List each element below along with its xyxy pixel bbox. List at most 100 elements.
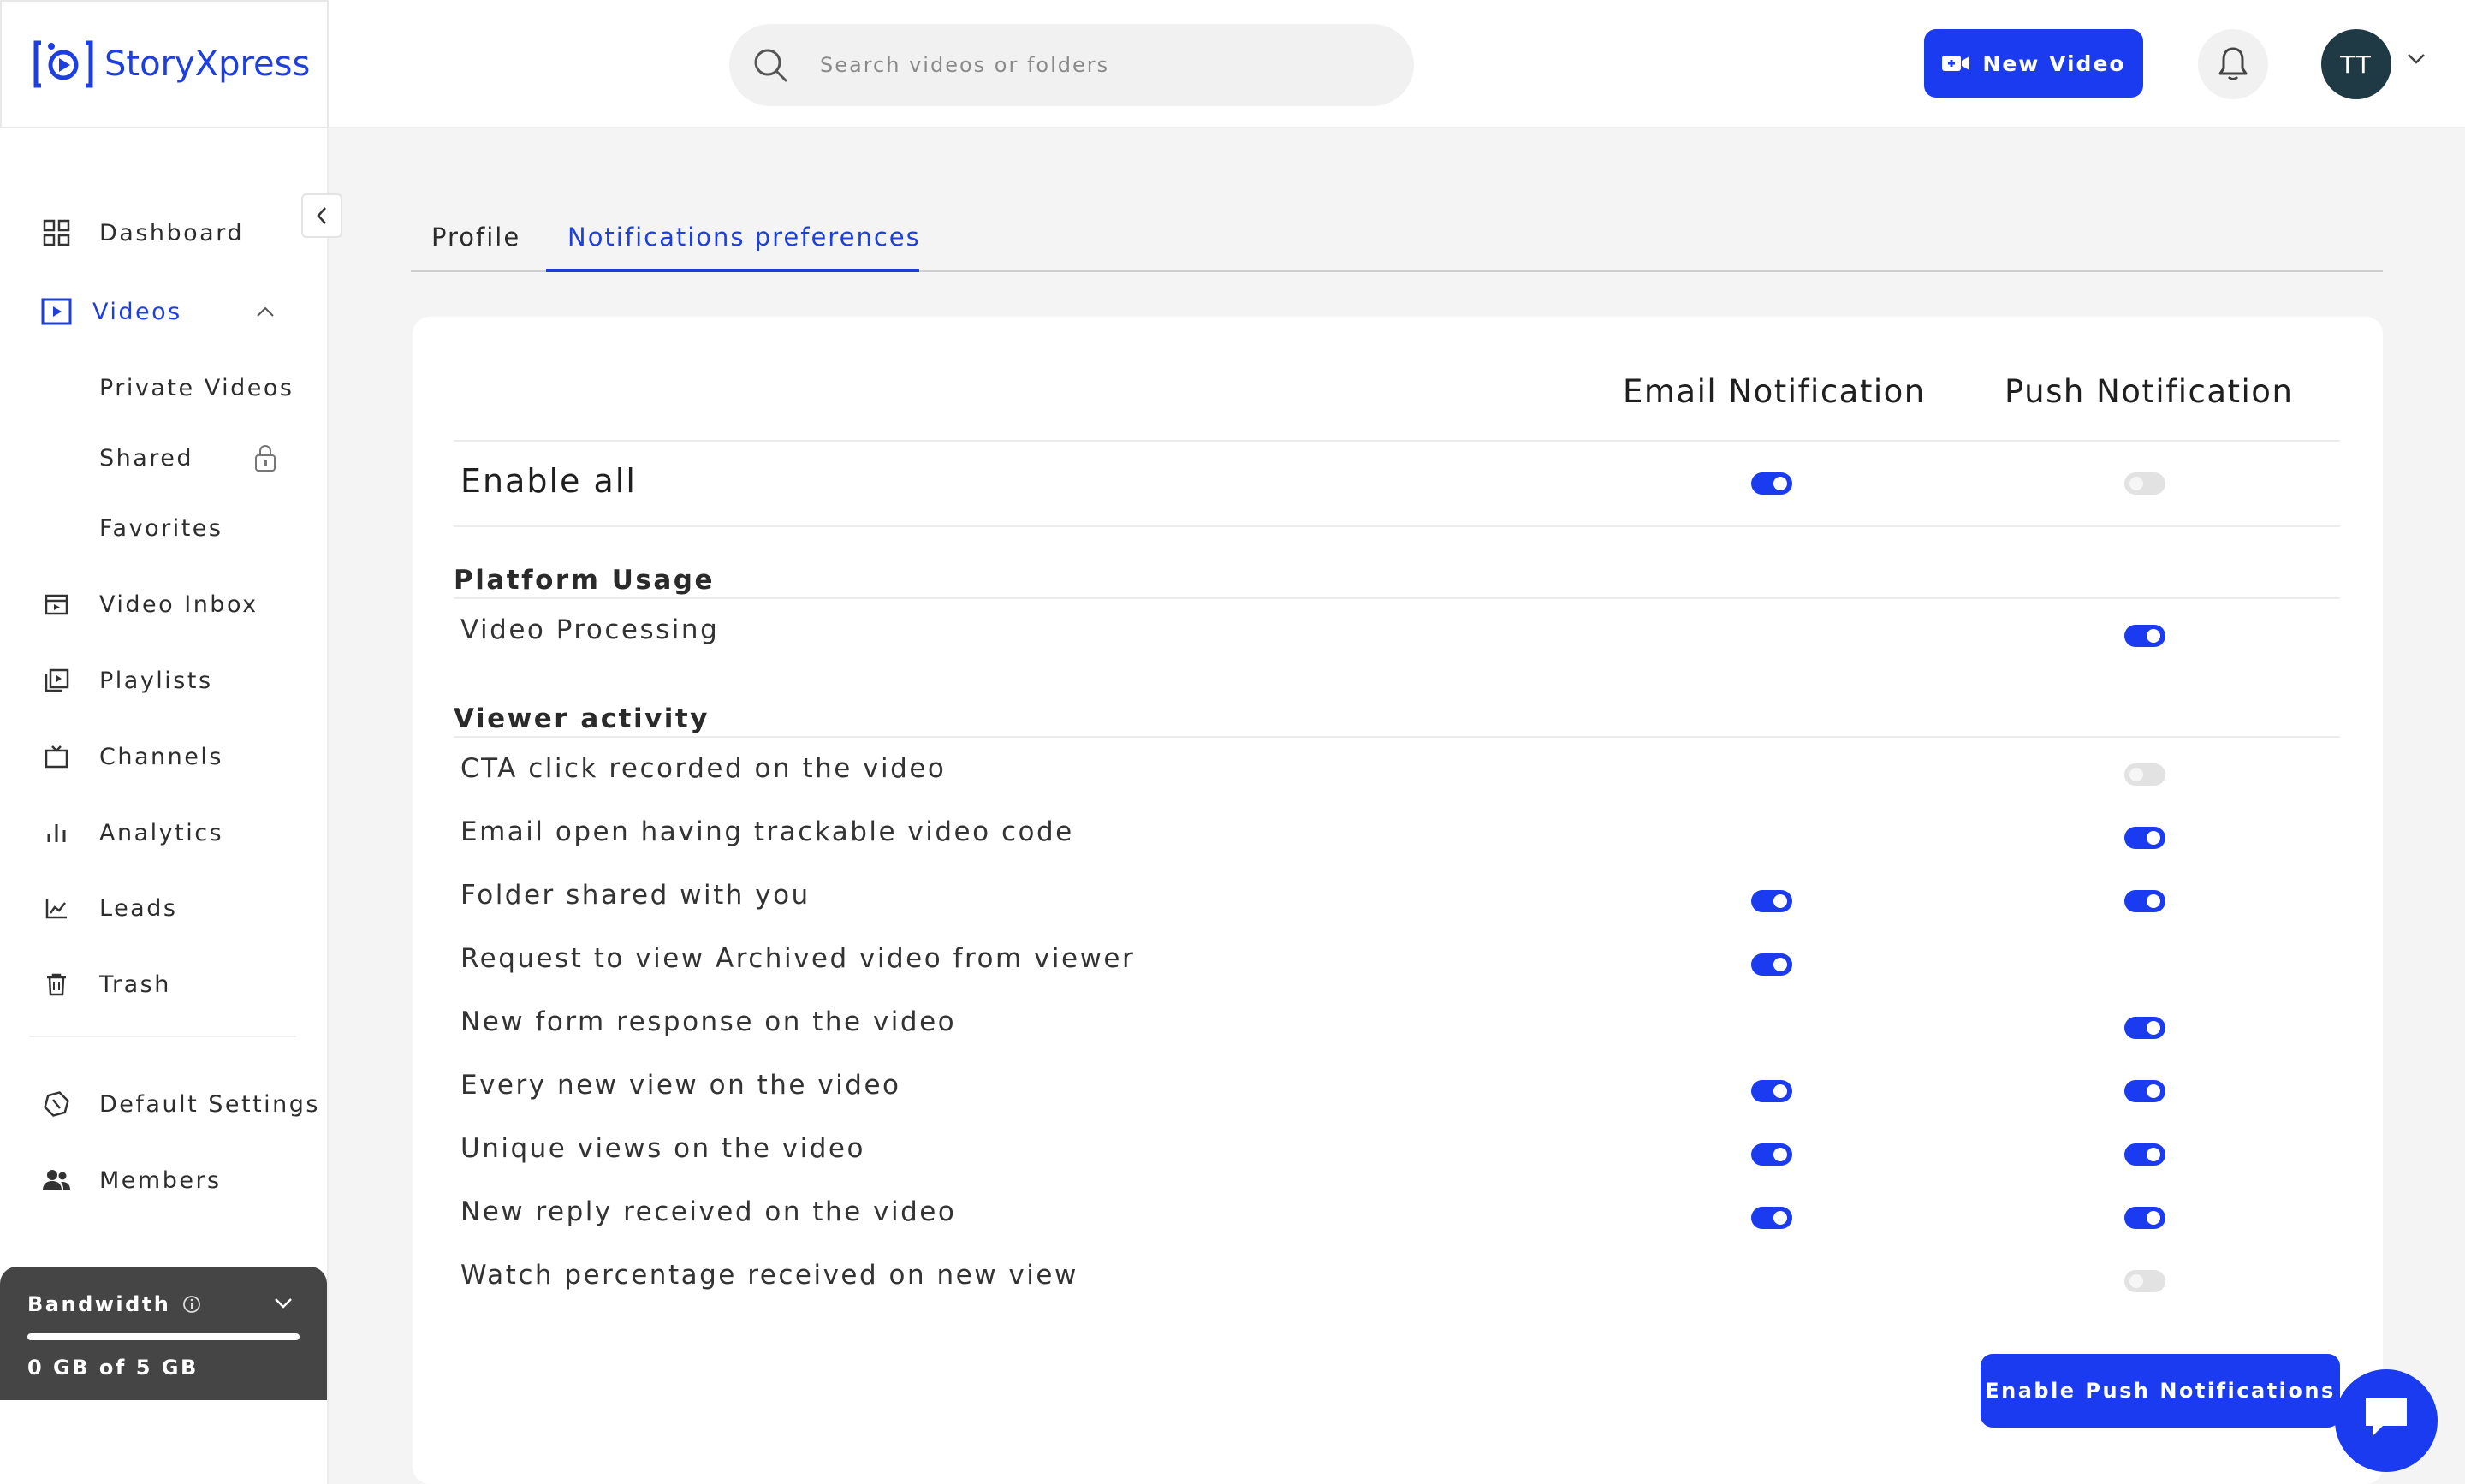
play-square-icon [39,294,74,329]
notification-row-label: CTA click recorded on the video [460,753,947,784]
line-chart-icon [39,891,74,925]
divider [454,440,2340,442]
notification-row-label: Unique views on the video [460,1133,865,1164]
sidebar-item-trash[interactable]: Trash [39,967,171,1001]
sidebar-item-video-inbox[interactable]: Video Inbox [39,587,258,621]
email-toggle[interactable] [1751,1080,1792,1102]
chevron-down-icon[interactable] [2407,53,2426,65]
enable-all-push-toggle[interactable] [2124,472,2165,495]
notification-row-label: Request to view Archived video from view… [460,943,1136,974]
sidebar-label: Shared [99,445,194,472]
bandwidth-usage: 0 GB of 5 GB [27,1356,199,1380]
search-icon [754,49,787,82]
avatar-initials: TT [2340,50,2373,79]
video-camera-icon [1942,56,1970,71]
bandwidth-title-text: Bandwidth [27,1292,171,1316]
notifications-button[interactable] [2198,29,2268,99]
tab-profile[interactable]: Profile [431,223,520,252]
push-notification-header: Push Notification [2005,373,2294,410]
push-toggle[interactable] [2124,1270,2165,1292]
logo[interactable]: StoryXpress [0,0,329,128]
enable-push-notifications-button[interactable]: Enable Push Notifications [1981,1354,2340,1428]
email-toggle[interactable] [1751,1143,1792,1166]
push-toggle[interactable] [2124,827,2165,849]
sidebar-label: Members [99,1166,222,1194]
search-bar[interactable] [729,24,1414,106]
divider [454,597,2340,599]
new-video-label: New Video [1982,50,2126,76]
dashboard-icon [39,216,74,250]
trash-icon [39,967,74,1001]
push-toggle[interactable] [2124,1080,2165,1102]
sidebar-item-leads[interactable]: Leads [39,891,177,925]
sidebar-item-analytics[interactable]: Analytics [39,816,223,850]
bandwidth-panel[interactable]: Bandwidth 0 GB of 5 GB [0,1267,327,1400]
new-video-button[interactable]: New Video [1924,29,2143,98]
bandwidth-title: Bandwidth [27,1292,300,1316]
push-toggle[interactable] [2124,625,2165,647]
notification-row-label: New form response on the video [460,1006,957,1037]
sidebar-label: Leads [99,894,178,922]
sidebar-item-dashboard[interactable]: Dashboard [39,216,244,250]
tab-notifications-preferences[interactable]: Notifications preferences [567,223,921,252]
chevron-up-icon[interactable] [256,306,275,318]
section-viewer-activity: Viewer activity [454,703,710,734]
sidebar-label: Analytics [99,819,224,846]
email-toggle[interactable] [1751,953,1792,976]
chevron-down-icon[interactable] [274,1297,293,1309]
chat-widget-button[interactable] [2335,1369,2438,1472]
push-toggle[interactable] [2124,1207,2165,1229]
notification-row-label: Every new view on the video [460,1070,901,1101]
collapse-sidebar-button[interactable] [301,193,342,238]
storyxpress-logo-icon [33,40,93,88]
push-toggle[interactable] [2124,1017,2165,1039]
settings-badge-icon [39,1087,74,1121]
notifications-card: Email Notification Push Notification Ena… [413,317,2383,1484]
notification-row-label: Watch percentage received on new view [460,1260,1078,1291]
email-toggle[interactable] [1751,890,1792,912]
lock-icon [255,445,276,472]
bell-icon [2218,47,2248,80]
divider [454,525,2340,527]
push-toggle[interactable] [2124,890,2165,912]
notification-row-label: Video Processing [460,614,720,645]
notification-row-label: Folder shared with you [460,880,811,911]
bar-chart-icon [39,816,74,850]
sidebar-item-playlists[interactable]: Playlists [39,663,213,697]
email-toggle[interactable] [1751,1207,1792,1229]
user-avatar[interactable]: TT [2321,29,2391,99]
sidebar-item-default-settings[interactable]: Default Settings [39,1087,320,1121]
brand-name: StoryXpress [104,45,311,84]
email-notification-header: Email Notification [1623,373,1926,410]
tv-icon [39,739,74,774]
chat-icon [2366,1398,2407,1436]
playlist-icon [39,663,74,697]
sidebar-item-videos[interactable]: Videos [39,294,275,329]
settings-tabs: Profile Notifications preferences [411,205,2383,272]
sidebar-item-private-videos[interactable]: Private Videos [99,375,294,401]
sidebar-label: Videos [92,298,182,325]
notification-row-label: New reply received on the video [460,1196,957,1227]
inbox-icon [39,587,74,621]
notification-row-label: Email open having trackable video code [460,816,1074,847]
users-icon [39,1163,74,1197]
sidebar-label: Video Inbox [99,591,258,618]
sidebar-label: Channels [99,743,223,770]
info-icon [183,1296,201,1313]
search-input[interactable] [820,24,1385,106]
sidebar-divider [29,1036,296,1037]
section-platform-usage: Platform Usage [454,565,716,596]
push-toggle[interactable] [2124,1143,2165,1166]
top-header: New Video TT [329,0,2465,128]
enable-all-email-toggle[interactable] [1751,472,1792,495]
sidebar-item-members[interactable]: Members [39,1163,222,1197]
sidebar-label: Dashboard [99,219,244,246]
sidebar-item-favorites[interactable]: Favorites [99,515,223,542]
bandwidth-progress-bar [27,1333,300,1340]
push-toggle[interactable] [2124,763,2165,786]
sidebar-item-shared[interactable]: Shared [99,445,276,472]
sidebar-item-channels[interactable]: Channels [39,739,223,774]
divider [454,736,2340,738]
sidebar: Dashboard Videos Private Videos Shared F… [0,128,329,1484]
sidebar-label: Trash [99,971,171,998]
